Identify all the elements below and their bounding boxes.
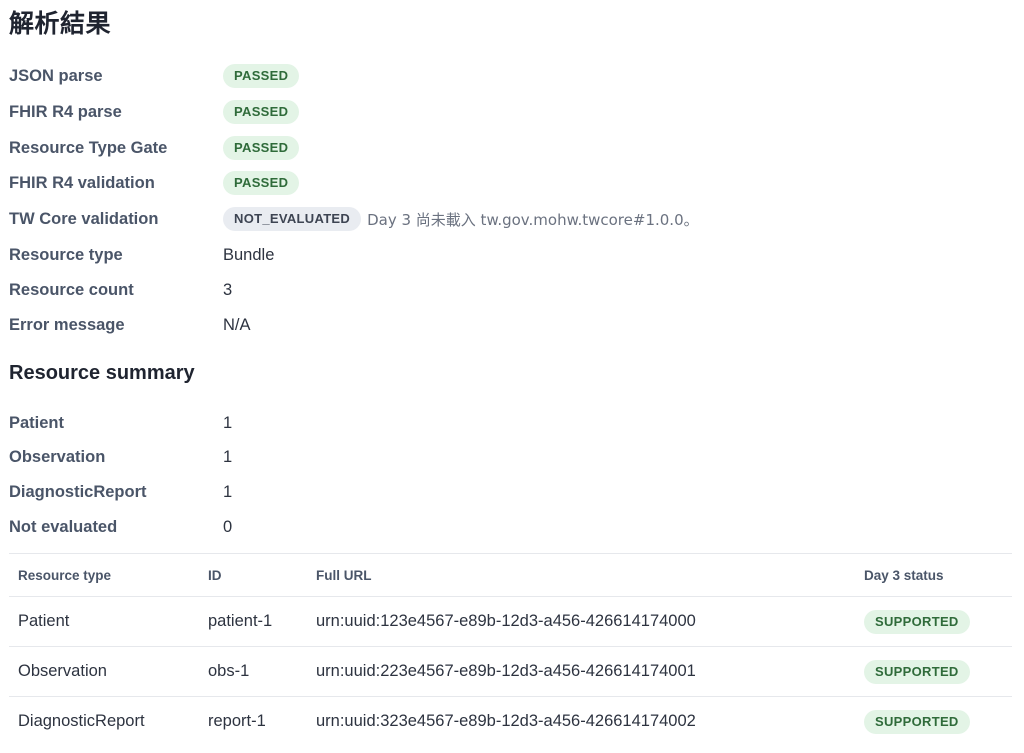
status-badge: SUPPORTED [864,660,970,684]
check-label: Resource Type Gate [9,138,168,157]
check-label: JSON parse [9,66,103,85]
cell-full-url: urn:uuid:223e4567-e89b-12d3-a456-4266141… [316,662,696,680]
summary-value: 0 [223,517,233,536]
column-header-day3-status: Day 3 status [864,568,944,583]
check-row-tw-core-validation: TW Core validation NOT_EVALUATED Day 3 尚… [9,207,699,231]
info-value: 3 [223,280,233,299]
status-badge: SUPPORTED [864,610,970,634]
table-header-border [9,596,1012,597]
summary-label: DiagnosticReport [9,482,147,501]
status-note: Day 3 尚未載入 tw.gov.mohw.twcore#1.0.0。 [367,210,699,229]
summary-label: Observation [9,447,106,466]
summary-value: 1 [223,447,233,466]
column-header-id: ID [208,568,222,583]
cell-id: obs-1 [208,662,250,680]
table-top-border [9,553,1012,554]
info-label: Error message [9,315,125,334]
cell-full-url: urn:uuid:323e4567-e89b-12d3-a456-4266141… [316,712,696,730]
check-row-resource-type-gate: Resource Type Gate PASSED [9,136,300,160]
check-label: FHIR R4 validation [9,173,155,192]
column-header-resource-type: Resource type [18,568,112,583]
status-badge: PASSED [223,64,300,88]
row-divider [9,696,1012,697]
status-badge: SUPPORTED [864,710,970,734]
info-value: Bundle [223,245,275,264]
cell-id: report-1 [208,712,266,730]
cell-full-url: urn:uuid:123e4567-e89b-12d3-a456-4266141… [316,612,696,630]
summary-label: Not evaluated [9,517,118,536]
summary-value: 1 [223,413,233,432]
summary-value: 1 [223,482,233,501]
summary-row-observation: Observation 1 [9,445,232,469]
summary-label: Patient [9,413,65,432]
row-divider [9,646,1012,647]
info-row-error-message: Error message N/A [9,313,251,337]
info-row-resource-type: Resource type Bundle [9,243,274,267]
check-row-fhir-validation: FHIR R4 validation PASSED [9,171,300,195]
column-header-full-url: Full URL [316,568,372,583]
summary-row-diagnosticreport: DiagnosticReport 1 [9,480,232,504]
check-label: TW Core validation [9,209,159,228]
status-badge: NOT_EVALUATED [223,207,362,231]
status-badge: PASSED [223,171,300,195]
info-label: Resource type [9,245,123,264]
section-heading: Resource summary [9,362,195,384]
summary-row-not-evaluated: Not evaluated 0 [9,515,232,539]
status-badge: PASSED [223,100,300,124]
status-badge: PASSED [223,136,300,160]
page-title: 解析結果 [9,9,112,38]
info-label: Resource count [9,280,134,299]
check-row-fhir-parse: FHIR R4 parse PASSED [9,100,300,124]
cell-resource-type: DiagnosticReport [18,712,145,730]
cell-id: patient-1 [208,612,273,630]
info-value: N/A [223,315,251,334]
cell-resource-type: Patient [18,612,70,630]
summary-row-patient: Patient 1 [9,411,232,435]
check-label: FHIR R4 parse [9,102,122,121]
check-row-json-parse: JSON parse PASSED [9,64,300,88]
info-row-resource-count: Resource count 3 [9,278,232,302]
cell-resource-type: Observation [18,662,107,680]
